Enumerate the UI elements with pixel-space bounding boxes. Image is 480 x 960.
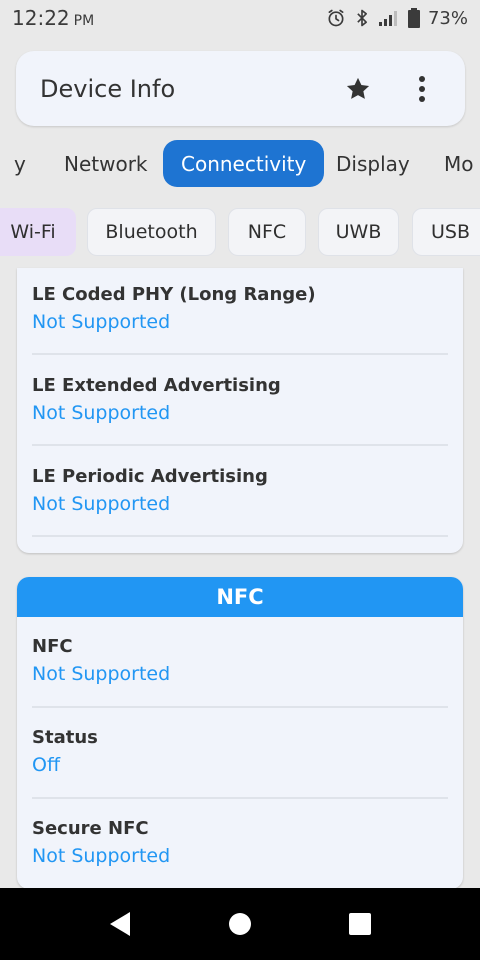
status-icons: 73% (326, 8, 468, 29)
more-vert-icon (419, 75, 425, 102)
divider (32, 353, 448, 355)
signal-icon (378, 9, 400, 27)
item-value: Not Supported (32, 493, 171, 515)
item-value: Not Supported (32, 845, 171, 867)
tab-display[interactable]: Display (318, 140, 428, 187)
chip-bluetooth[interactable]: Bluetooth (87, 208, 216, 256)
star-icon (346, 77, 370, 99)
item-label: Status (32, 727, 98, 748)
navigation-bar (0, 888, 480, 960)
item-label: NFC (32, 636, 73, 657)
back-button[interactable] (106, 910, 134, 938)
status-time: 12:22 (12, 6, 70, 30)
chip-wifi[interactable]: Wi-Fi (0, 208, 76, 256)
tab-previous[interactable]: y (0, 140, 44, 187)
home-icon (229, 913, 251, 935)
tab-connectivity[interactable]: Connectivity (163, 140, 325, 187)
category-tabs: y Network Connectivity Display Mo (0, 137, 480, 191)
list-item: Secure NFC Not Supported (17, 818, 463, 867)
chip-usb[interactable]: USB (412, 208, 480, 256)
item-label: Secure NFC (32, 818, 149, 839)
item-value: Not Supported (32, 402, 171, 424)
battery-percent: 73% (427, 7, 468, 29)
bluetooth-card: LE Coded PHY (Long Range) Not Supported … (17, 268, 463, 553)
divider (32, 797, 448, 799)
status-ampm: PM (73, 13, 95, 29)
item-label: LE Periodic Advertising (32, 466, 268, 487)
list-item: Status Off (17, 727, 463, 776)
battery-icon (407, 8, 420, 28)
subcategory-chips: Wi-Fi Bluetooth NFC UWB USB (0, 205, 480, 259)
divider (32, 444, 448, 446)
list-item: NFC Not Supported (17, 636, 463, 685)
list-item: LE Extended Advertising Not Supported (17, 375, 463, 424)
card-header: NFC (17, 577, 463, 617)
bluetooth-icon (354, 8, 370, 28)
page-title: Device Info (40, 74, 176, 103)
tab-network[interactable]: Network (46, 140, 166, 187)
back-icon (110, 912, 130, 936)
home-button[interactable] (226, 910, 254, 938)
status-bar: 12:22 PM 73% (0, 0, 480, 36)
chip-nfc[interactable]: NFC (228, 208, 306, 256)
app-bar: Device Info (16, 51, 465, 126)
nfc-card: NFC NFC Not Supported Status Off Secure … (17, 577, 463, 889)
status-time-group: 12:22 PM (12, 6, 94, 30)
alarm-icon (326, 8, 346, 28)
item-value: Not Supported (32, 311, 171, 333)
app-bar-actions (339, 70, 441, 108)
tab-more[interactable]: Mo (426, 140, 480, 187)
item-label: LE Extended Advertising (32, 375, 281, 396)
favorite-button[interactable] (339, 70, 377, 108)
divider (32, 535, 448, 537)
item-label: LE Coded PHY (Long Range) (32, 284, 316, 305)
list-item: LE Periodic Advertising Not Supported (17, 466, 463, 515)
chip-uwb[interactable]: UWB (318, 208, 399, 256)
recents-icon (349, 913, 371, 935)
more-options-button[interactable] (403, 70, 441, 108)
item-value: Off (32, 754, 61, 776)
item-value: Not Supported (32, 663, 171, 685)
divider (32, 706, 448, 708)
recents-button[interactable] (346, 910, 374, 938)
list-item: LE Coded PHY (Long Range) Not Supported (17, 284, 463, 333)
